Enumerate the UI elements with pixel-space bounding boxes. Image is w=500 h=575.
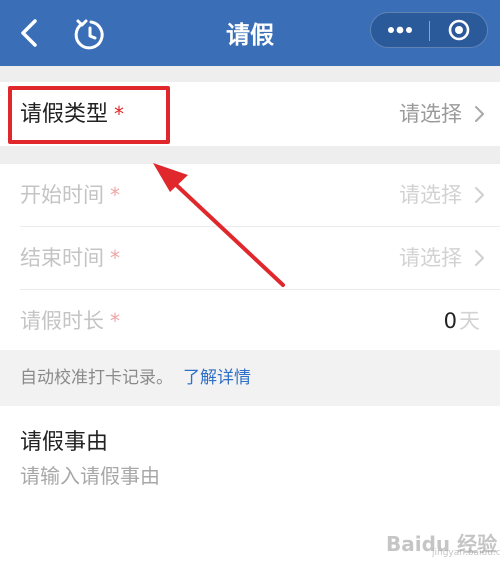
more-button[interactable] [371,13,429,47]
time-fields-card: 开始时间 * 请选择 结束时间 * 请选择 请假时长 * 0天 [0,164,500,350]
hint-text: 自动校准打卡记录。 [20,368,173,388]
baidu-jingyan-watermark: Baidu 经验 jingyan.baidu.com [382,522,500,562]
back-button[interactable] [12,14,46,52]
chevron-right-icon [475,250,484,266]
nav-header: 请假 [0,0,500,66]
hint-text-wrap: 自动校准打卡记录。 了解详情 [20,350,251,406]
required-star: * [110,246,120,270]
learn-more-link[interactable]: 了解详情 [183,368,251,388]
start-time-label-wrap: 开始时间 * [20,164,120,226]
section-gap [0,66,500,82]
required-star: * [110,309,120,333]
end-time-value: 请选择 [399,246,462,270]
duration-unit: 天 [459,309,480,333]
start-time-row[interactable]: 开始时间 * 请选择 [0,164,500,226]
required-star: * [114,102,125,126]
target-close-icon [448,19,470,41]
section-gap [0,146,500,164]
end-time-label-wrap: 结束时间 * [20,227,120,289]
start-time-value: 请选择 [399,183,462,207]
duration-value: 0 [443,309,457,333]
reason-label: 请假事由 [20,430,109,455]
mini-program-capsule [370,12,488,48]
leave-type-row[interactable]: 请假类型 * 请选择 [0,82,500,146]
clock-history-icon [74,19,104,50]
more-dots-icon [388,26,412,34]
leave-type-value: 请选择 [399,102,462,126]
duration-label-wrap: 请假时长 * [20,290,120,352]
start-time-label: 开始时间 [20,183,104,207]
end-time-row[interactable]: 结束时间 * 请选择 [0,227,500,289]
close-button[interactable] [430,13,488,47]
leave-type-label: 请假类型 [20,102,109,127]
leave-type-label-wrap: 请假类型 * [20,82,124,147]
duration-label: 请假时长 [20,309,104,333]
chevron-right-icon [475,106,484,122]
calibration-hint: 自动校准打卡记录。 了解详情 [0,350,500,406]
history-button[interactable] [70,14,112,56]
required-star: * [110,183,120,207]
chevron-left-icon [21,19,37,47]
duration-value-wrap: 0天 [444,290,480,352]
reason-input[interactable] [20,460,460,492]
watermark-sub: jingyan.baidu.com [432,548,500,558]
chevron-right-icon [475,187,484,203]
end-time-label: 结束时间 [20,246,104,270]
duration-row: 请假时长 * 0天 [0,290,500,352]
